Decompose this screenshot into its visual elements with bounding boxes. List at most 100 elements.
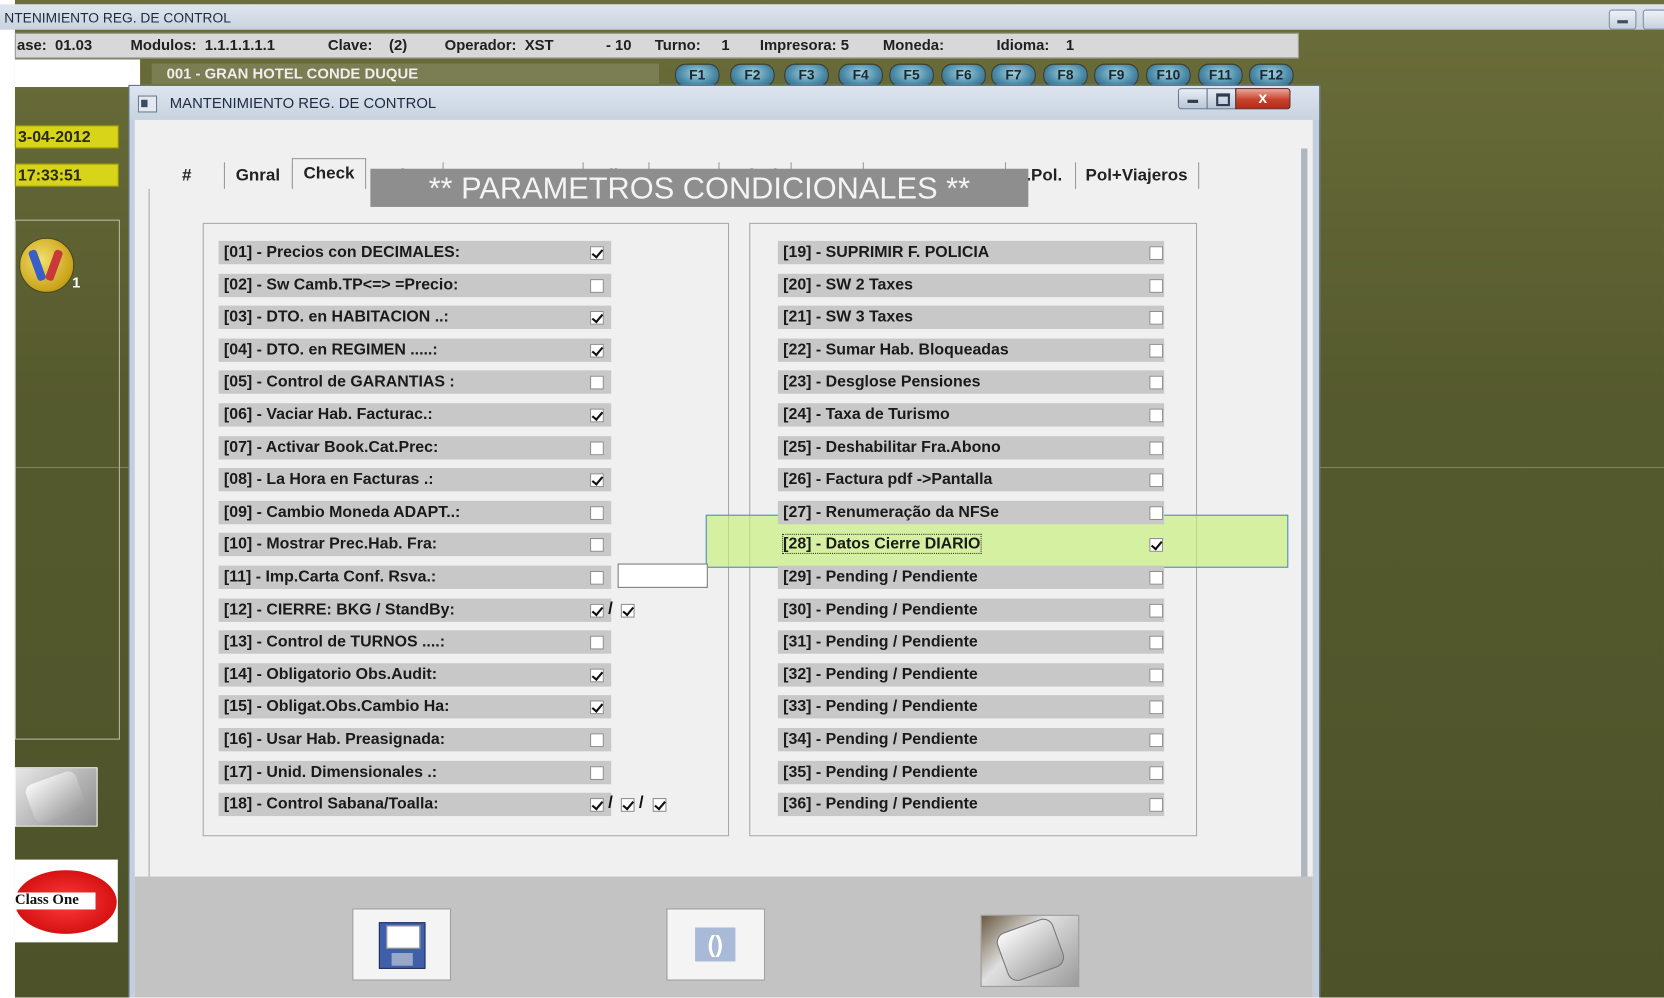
param-checkbox[interactable] <box>1149 279 1164 293</box>
param-checkbox[interactable] <box>1149 700 1164 715</box>
tab-gnral[interactable]: Gnral <box>224 162 293 190</box>
param-checkbox[interactable] <box>1149 766 1164 780</box>
scrollbar[interactable] <box>1301 148 1308 998</box>
function-key-f9[interactable]: F9 <box>1094 63 1139 88</box>
info-number: - 10 <box>605 36 632 54</box>
param-checkbox[interactable] <box>1149 570 1164 585</box>
exit-button[interactable] <box>980 914 1080 987</box>
function-key-f8[interactable]: F8 <box>1043 63 1088 88</box>
param-row-10: [10] - Mostrar Prec.Hab. Fra: <box>218 532 612 557</box>
param-checkbox[interactable] <box>590 506 604 520</box>
param-row-14: [14] - Obligatorio Obs.Audit: <box>218 663 612 687</box>
function-key-f12[interactable]: F12 <box>1249 63 1294 88</box>
param-checkbox[interactable] <box>1149 441 1164 456</box>
param-label: [29] - Pending / Pendiente <box>783 567 978 586</box>
rsva-text-input[interactable] <box>617 563 708 588</box>
param-label: [03] - DTO. en HABITACION ..: <box>223 307 449 326</box>
param-row-36: [36] - Pending / Pendiente <box>777 792 1165 817</box>
param-checkbox[interactable] <box>590 473 604 488</box>
tab-pol-viajeros[interactable]: Pol+Viajeros <box>1075 162 1200 190</box>
param-checkbox[interactable] <box>1149 798 1164 812</box>
param-checkbox[interactable] <box>590 441 604 456</box>
function-key-f6[interactable]: F6 <box>941 63 986 88</box>
param-checkbox[interactable] <box>1149 375 1164 390</box>
param-checkbox[interactable] <box>590 246 604 260</box>
param-checkbox[interactable] <box>590 766 604 780</box>
param-row-23: [23] - Desglose Pensiones <box>777 370 1165 394</box>
top-left-field <box>14 59 141 88</box>
param-checkbox[interactable] <box>1149 635 1164 650</box>
outer-maximize-button[interactable] <box>1642 9 1664 30</box>
outer-window-title: NTENIMIENTO REG. DE CONTROL <box>4 9 231 26</box>
param-label: [15] - Obligat.Obs.Cambio Ha: <box>223 697 450 716</box>
param-label: [11] - Imp.Carta Conf. Rsva.: <box>223 567 437 586</box>
refresh-button[interactable]: () <box>666 908 766 981</box>
info-modulos: Modulos: 1.1.1.1.1.1 <box>130 36 276 54</box>
function-key-f2[interactable]: F2 <box>730 63 775 88</box>
param-checkbox[interactable] <box>590 700 604 715</box>
hotel-name: 001 - GRAN HOTEL CONDE DUQUE <box>151 63 660 84</box>
info-moneda: Moneda: <box>882 36 945 54</box>
param-label: [26] - Factura pdf ->Pantalla <box>783 470 993 489</box>
tools-icon[interactable] <box>19 237 75 293</box>
function-key-f4[interactable]: F4 <box>838 63 883 88</box>
param-checkbox[interactable] <box>590 635 604 650</box>
param-checkbox[interactable] <box>1149 408 1164 423</box>
function-key-f3[interactable]: F3 <box>784 63 829 88</box>
info-clave: Clave: (2) <box>327 36 408 54</box>
param-checkbox[interactable] <box>590 603 604 618</box>
param-label: [13] - Control de TURNOS ....: <box>223 632 446 651</box>
tab-hash[interactable]: # <box>150 162 225 190</box>
param-checkbox[interactable] <box>590 798 604 812</box>
checkbox-separator: / <box>608 793 613 812</box>
param-checkbox[interactable] <box>590 375 604 390</box>
param-checkbox[interactable] <box>1149 603 1164 618</box>
param-checkbox[interactable] <box>620 798 635 812</box>
save-button[interactable] <box>352 908 452 981</box>
param-checkbox[interactable] <box>590 668 604 683</box>
param-checkbox[interactable] <box>590 733 604 748</box>
param-label: [21] - SW 3 Taxes <box>783 307 913 326</box>
param-checkbox[interactable] <box>620 603 635 618</box>
dialog-titlebar: MANTENIMIENTO REG. DE CONTROL x <box>129 85 1320 120</box>
session-info-bar: ase: 01.03 Modulos: 1.1.1.1.1.1 Clave: (… <box>14 32 1299 59</box>
function-key-f1[interactable]: F1 <box>674 63 720 88</box>
param-checkbox[interactable] <box>1149 538 1164 552</box>
param-checkbox[interactable] <box>590 570 604 585</box>
param-row-25: [25] - Deshabilitar Fra.Abono <box>777 436 1165 460</box>
function-key-f7[interactable]: F7 <box>991 63 1036 88</box>
function-key-f11[interactable]: F11 <box>1198 63 1243 88</box>
param-row-33: [33] - Pending / Pendiente <box>777 695 1165 719</box>
param-label: [31] - Pending / Pendiente <box>783 632 978 651</box>
param-row-7: [07] - Activar Book.Cat.Prec: <box>218 436 612 460</box>
param-checkbox[interactable] <box>1149 246 1164 260</box>
function-key-f5[interactable]: F5 <box>889 63 934 88</box>
param-checkbox[interactable] <box>1149 473 1164 488</box>
left-edge <box>0 0 15 998</box>
param-checkbox[interactable] <box>590 343 604 358</box>
esc-key-icon[interactable] <box>14 767 98 827</box>
param-label: [35] - Pending / Pendiente <box>783 763 978 782</box>
class-one-label: Class One <box>14 892 96 910</box>
dialog-minimize-button[interactable] <box>1177 88 1208 110</box>
dialog-close-button[interactable]: x <box>1235 88 1291 110</box>
param-checkbox[interactable] <box>1149 343 1164 358</box>
dialog-maximize-button[interactable] <box>1206 88 1237 110</box>
param-checkbox[interactable] <box>1149 668 1164 683</box>
tab-check[interactable]: Check <box>291 158 367 192</box>
param-checkbox[interactable] <box>1149 310 1164 325</box>
param-checkbox[interactable] <box>652 798 667 812</box>
tools-count: 1 <box>72 273 81 291</box>
outer-minimize-button[interactable] <box>1608 9 1637 30</box>
param-label: [28] - Datos Cierre DIARIO <box>782 533 982 554</box>
function-key-f10[interactable]: F10 <box>1146 63 1191 88</box>
param-checkbox[interactable] <box>590 310 604 325</box>
info-turno: Turno: 1 <box>654 36 730 54</box>
param-row-21: [21] - SW 3 Taxes <box>777 305 1165 329</box>
param-checkbox[interactable] <box>590 408 604 423</box>
param-row-30: [30] - Pending / Pendiente <box>777 598 1165 622</box>
param-checkbox[interactable] <box>590 538 604 552</box>
param-checkbox[interactable] <box>590 279 604 293</box>
param-checkbox[interactable] <box>1149 733 1164 748</box>
param-checkbox[interactable] <box>1149 506 1164 520</box>
